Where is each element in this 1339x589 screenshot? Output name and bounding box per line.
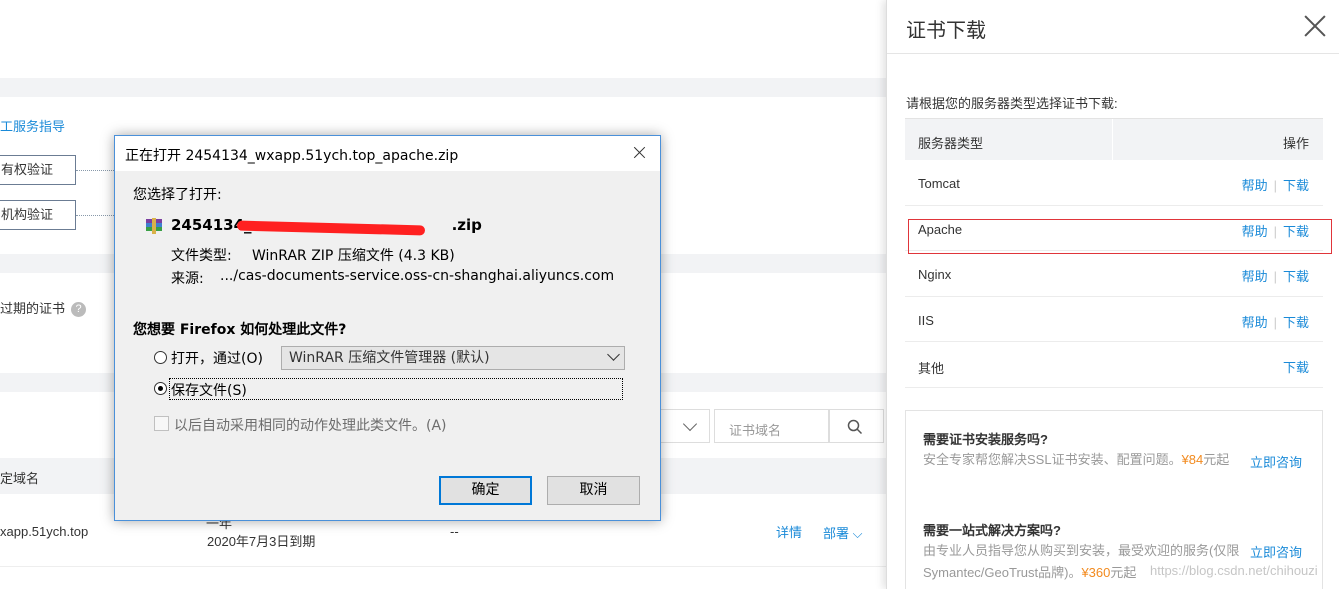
header-divider	[1112, 119, 1113, 161]
file-name-end: .zip	[451, 216, 482, 234]
dialog-title: 正在打开 2454134_wxapp.51ych.top_apache.zip	[125, 148, 459, 164]
chosen-label: 您选择了打开:	[133, 187, 222, 203]
ok-button[interactable]: 确定	[439, 476, 532, 505]
org-verify-button[interactable]: 机构验证	[0, 200, 76, 230]
highlight-annotation	[908, 219, 1332, 254]
expired-certs-label: 过期的证书?	[0, 298, 87, 318]
domain-search-placeholder: 证书域名	[729, 423, 782, 438]
close-icon[interactable]	[630, 143, 650, 163]
download-link[interactable]: 下载	[1283, 360, 1309, 375]
filter-dropdown[interactable]	[660, 409, 710, 443]
help-icon[interactable]: ?	[71, 302, 87, 318]
promo-solution-price: ¥360	[1081, 565, 1111, 580]
question-label: 您想要 Firefox 如何处理此文件?	[133, 322, 347, 338]
server-name: Nginx	[918, 267, 952, 282]
panel-title: 证书下载	[906, 20, 986, 42]
promo-install-price: ¥84	[1181, 452, 1204, 467]
server-name: 其他	[918, 361, 945, 376]
promo-solution-suffix: 元起	[1110, 565, 1137, 580]
dialog-titlebar: 正在打开 2454134_wxapp.51ych.top_apache.zip	[115, 136, 660, 171]
server-row-tomcat: Tomcat 帮助 | 下载	[905, 160, 1323, 206]
source-value: .../cas-documents-service.oss-cn-shangha…	[220, 268, 615, 284]
search-button[interactable]	[829, 409, 884, 443]
consult-link[interactable]: 立即咨询	[1250, 452, 1302, 471]
detail-link[interactable]: 详情	[776, 522, 802, 541]
certificate-download-panel: 证书下载 请根据您的服务器类型选择证书下载: 服务器类型 操作 Tomcat 帮…	[886, 0, 1339, 589]
server-row-nginx: Nginx 帮助 | 下载	[905, 251, 1323, 297]
deploy-link[interactable]: 部署 ⌵	[823, 523, 863, 542]
save-file-label[interactable]: 保存文件(S)	[171, 380, 247, 400]
open-with-app-select[interactable]: WinRAR 压缩文件管理器 (默认)	[281, 346, 625, 370]
column-header-server-type: 服务器类型	[918, 136, 984, 151]
consult-link[interactable]: 立即咨询	[1250, 542, 1302, 561]
server-row-other: 其他 下载	[905, 342, 1323, 388]
ownership-verify-button[interactable]: 有权验证	[0, 155, 76, 185]
auto-action-label[interactable]: 以后自动采用相同的动作处理此类文件。(A)	[174, 415, 447, 435]
download-link[interactable]: 下载	[1283, 178, 1309, 193]
watermark: https://blog.csdn.net/chihouzi	[1150, 563, 1318, 578]
separator: |	[1273, 269, 1277, 284]
source-label: 来源:	[171, 271, 204, 287]
cancel-button[interactable]: 取消	[547, 476, 640, 505]
help-link[interactable]: 帮助	[1242, 269, 1268, 284]
promo-install-title: 需要证书安装服务吗?	[923, 432, 1048, 447]
chevron-down-icon	[682, 416, 698, 432]
separator: |	[1273, 314, 1277, 330]
connector-line	[76, 215, 116, 216]
expired-certs-text: 过期的证书	[0, 301, 66, 316]
help-link[interactable]: 帮助	[1242, 178, 1268, 193]
separator: |	[1273, 178, 1277, 193]
chevron-down-icon	[607, 348, 620, 361]
server-row-iis: IIS 帮助 | 下载	[905, 297, 1323, 342]
file-type-label: 文件类型:	[171, 248, 232, 264]
domain-search-input[interactable]: 证书域名	[714, 409, 829, 443]
winrar-archive-icon	[146, 218, 162, 234]
panel-intro: 请根据您的服务器类型选择证书下载:	[906, 96, 1118, 111]
search-icon	[847, 419, 863, 435]
deploy-label: 部署	[823, 526, 850, 541]
chevron-down-icon: ⌵	[852, 526, 863, 541]
server-name: IIS	[918, 312, 934, 328]
promo-install-desc: 安全专家帮您解决SSL证书安装、配置问题。¥84元起	[923, 449, 1243, 471]
help-link[interactable]: 帮助	[1242, 315, 1268, 330]
column-header-action: 操作	[1282, 136, 1309, 151]
promo-install-suffix: 元起	[1203, 452, 1230, 467]
file-type-value: WinRAR ZIP 压缩文件 (4.3 KB)	[252, 248, 455, 264]
save-file-radio[interactable]	[154, 382, 167, 395]
open-file-dialog: 正在打开 2454134_wxapp.51ych.top_apache.zip …	[114, 135, 661, 521]
download-link[interactable]: 下载	[1283, 315, 1309, 330]
download-link[interactable]: 下载	[1283, 269, 1309, 284]
server-table-header: 服务器类型 操作	[905, 118, 1323, 161]
panel-divider	[887, 53, 1339, 54]
promo-solution-title: 需要一站式解决方案吗?	[923, 523, 1061, 538]
close-icon[interactable]	[1303, 14, 1327, 38]
service-guide-link[interactable]: 工服务指导	[0, 116, 65, 135]
column-header-domain: 定域名	[0, 471, 40, 486]
top-gray-band	[0, 78, 886, 97]
open-with-app-value: WinRAR 压缩文件管理器 (默认)	[289, 350, 490, 366]
connector-line	[76, 170, 116, 171]
server-name: Tomcat	[918, 176, 960, 191]
cert-expiry: 2020年7月3日到期	[207, 534, 316, 549]
open-with-label[interactable]: 打开，通过(O)	[171, 348, 263, 368]
cert-domain: xapp.51ych.top	[0, 524, 89, 539]
row-divider	[0, 566, 886, 567]
open-with-radio[interactable]	[154, 351, 167, 364]
auto-action-checkbox[interactable]	[154, 416, 169, 431]
cert-status: --	[450, 524, 459, 539]
promo-install-text: 安全专家帮您解决SSL证书安装、配置问题。	[923, 452, 1182, 467]
